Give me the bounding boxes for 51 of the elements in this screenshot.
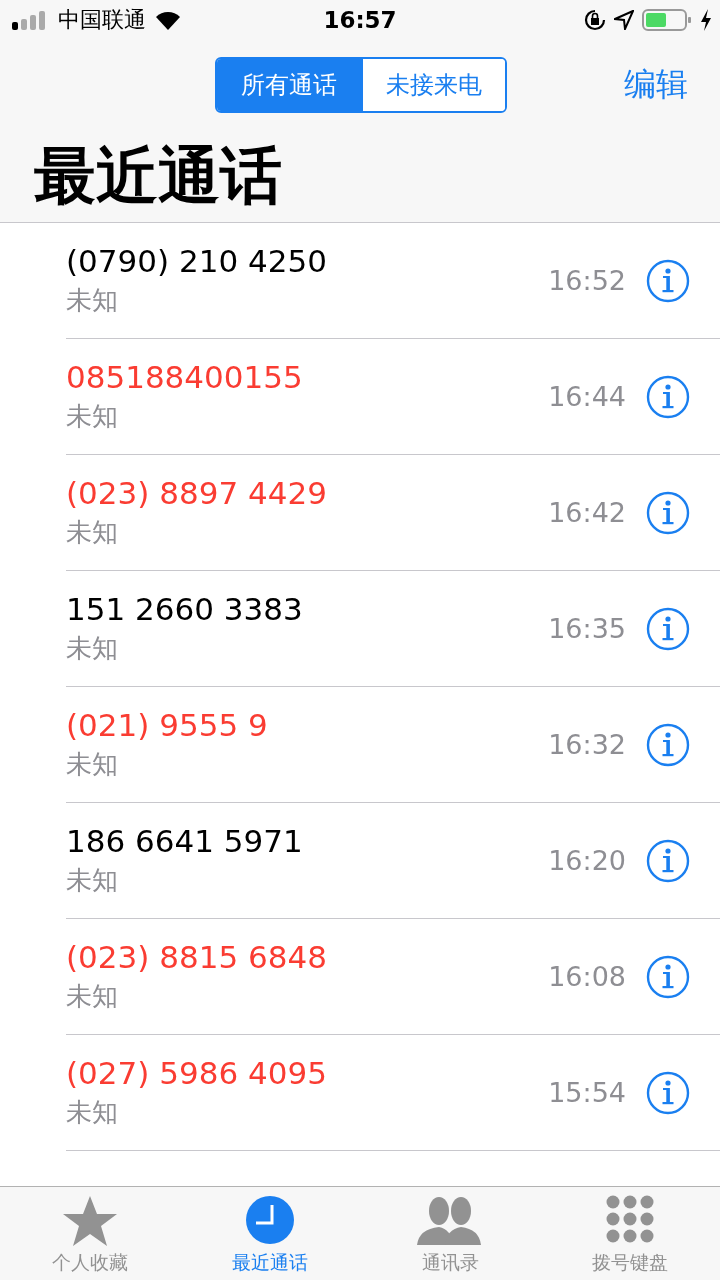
tab-item[interactable]: 拨号键盘 bbox=[555, 1195, 705, 1280]
call-time: 16:35 bbox=[548, 613, 626, 644]
segment-tab[interactable]: 未接来电 bbox=[361, 59, 505, 111]
caller-label: 未知 bbox=[66, 284, 119, 317]
info-icon[interactable] bbox=[646, 606, 690, 651]
clock-icon bbox=[245, 1195, 295, 1245]
caller-label: 未知 bbox=[66, 400, 119, 433]
contacts-icon bbox=[417, 1195, 483, 1245]
caller-label: 未知 bbox=[66, 748, 119, 781]
edit-button[interactable]: 编辑 bbox=[624, 63, 688, 107]
page-title: 最近通话 bbox=[34, 138, 282, 214]
caller-label: 未知 bbox=[66, 1096, 119, 1129]
keypad-icon bbox=[606, 1195, 654, 1243]
location-icon bbox=[614, 10, 634, 30]
info-icon[interactable] bbox=[646, 838, 690, 883]
tab-item[interactable]: 最近通话 bbox=[195, 1195, 345, 1280]
tab-item[interactable]: 通讯录 bbox=[375, 1195, 525, 1280]
star-icon bbox=[62, 1195, 118, 1247]
phone-number: (0790) 210 4250 bbox=[66, 243, 328, 279]
info-icon[interactable] bbox=[646, 374, 690, 419]
caller-label: 未知 bbox=[66, 980, 119, 1013]
call-time: 16:44 bbox=[548, 381, 626, 412]
segment-tab[interactable]: 所有通话 bbox=[217, 59, 361, 111]
info-icon[interactable] bbox=[646, 954, 690, 999]
info-icon[interactable] bbox=[646, 258, 690, 303]
info-icon[interactable] bbox=[646, 490, 690, 535]
info-icon[interactable] bbox=[646, 1070, 690, 1115]
phone-number: (027) 5986 4095 bbox=[66, 1055, 328, 1091]
battery-icon bbox=[642, 9, 692, 31]
phone-number: 085188400155 bbox=[66, 359, 304, 395]
call-time: 16:20 bbox=[548, 845, 626, 876]
phone-number: 186 6641 5971 bbox=[66, 823, 304, 859]
rotation-lock-icon bbox=[584, 9, 606, 31]
call-time: 16:52 bbox=[548, 265, 626, 296]
caller-label: 未知 bbox=[66, 632, 119, 665]
call-time: 16:32 bbox=[548, 729, 626, 760]
phone-number: (023) 8815 6848 bbox=[66, 939, 328, 975]
call-time: 16:42 bbox=[548, 497, 626, 528]
clock-time: 16:57 bbox=[323, 7, 397, 33]
wifi-icon bbox=[154, 10, 182, 30]
carrier-name: 中国联通 bbox=[58, 6, 146, 34]
phone-number: (023) 8897 4429 bbox=[66, 475, 328, 511]
tab-item[interactable]: 个人收藏 bbox=[15, 1195, 165, 1280]
charging-icon bbox=[700, 9, 712, 31]
phone-number: 151 2660 3383 bbox=[66, 591, 304, 627]
caller-label: 未知 bbox=[66, 864, 119, 897]
call-time: 16:08 bbox=[548, 961, 626, 992]
caller-label: 未知 bbox=[66, 516, 119, 549]
phone-number: (021) 9555 9 bbox=[66, 707, 269, 743]
info-icon[interactable] bbox=[646, 722, 690, 767]
call-time: 15:54 bbox=[548, 1077, 626, 1108]
